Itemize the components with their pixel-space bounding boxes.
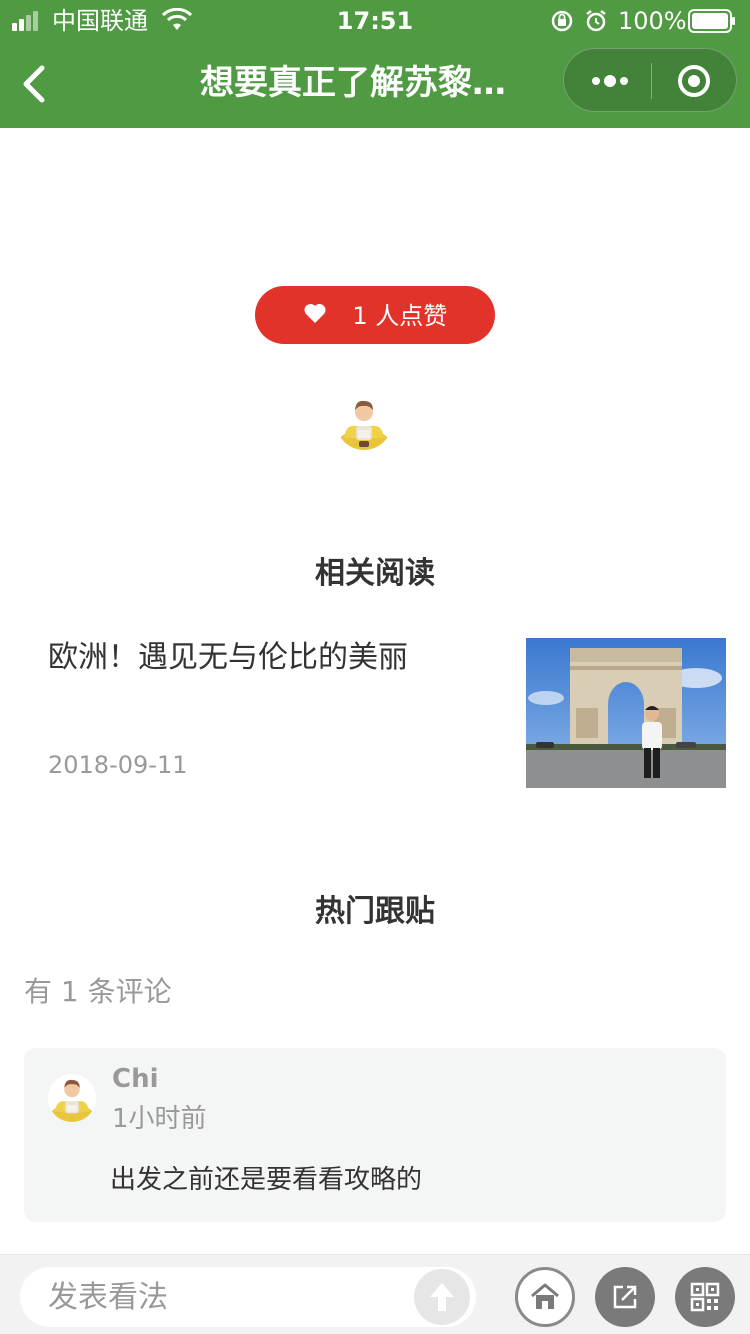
battery-icon [688, 9, 735, 33]
more-icon[interactable] [590, 70, 630, 92]
comment-count: 有 1 条评论 [24, 975, 172, 1008]
top-bar: 中国联通 17:51 100% 想要真正了解苏黎… [0, 0, 750, 128]
comment-time: 1小时前 [112, 1104, 207, 1134]
rotation-lock-icon [551, 10, 573, 32]
comment-item: Chi 1小时前 出发之前还是要看看攻略的 [24, 1048, 726, 1222]
like-button[interactable]: 1 人点赞 [255, 286, 495, 344]
home-icon [531, 1283, 559, 1309]
arrow-up-icon [430, 1283, 454, 1311]
battery-percent: 100% [618, 7, 687, 35]
article-date: 2018-09-11 [48, 751, 188, 779]
page-title: 想要真正了解苏黎… [200, 63, 506, 103]
like-count-label: 1 人点赞 [352, 302, 448, 330]
close-target-icon[interactable] [676, 63, 712, 99]
home-button[interactable] [515, 1267, 575, 1327]
comment-input[interactable] [20, 1267, 476, 1327]
qr-code-icon [690, 1282, 720, 1312]
status-bar: 中国联通 17:51 100% [0, 0, 750, 42]
commenter-name: Chi [112, 1064, 159, 1094]
commenter-avatar[interactable] [48, 1074, 96, 1122]
heart-icon [304, 303, 326, 323]
share-button[interactable] [595, 1267, 655, 1327]
capsule-divider [651, 63, 652, 99]
comment-text: 出发之前还是要看看攻略的 [110, 1165, 423, 1195]
article-thumbnail [526, 638, 726, 788]
related-article[interactable]: 欧洲！遇见无与伦比的美丽 2018-09-11 [24, 620, 726, 790]
back-arrow-icon[interactable] [18, 62, 52, 106]
qr-code-button[interactable] [675, 1267, 735, 1327]
share-icon [613, 1285, 637, 1309]
bottom-bar [0, 1254, 750, 1334]
related-reading-heading: 相关阅读 [315, 556, 435, 591]
liker-avatar[interactable] [336, 394, 392, 450]
hot-comments-heading: 热门跟贴 [315, 894, 435, 929]
alarm-icon [586, 10, 606, 32]
send-button[interactable] [414, 1269, 470, 1325]
article-title: 欧洲！遇见无与伦比的美丽 [48, 640, 408, 675]
mini-program-capsule [563, 48, 737, 112]
nav-bar: 想要真正了解苏黎… [0, 42, 750, 128]
